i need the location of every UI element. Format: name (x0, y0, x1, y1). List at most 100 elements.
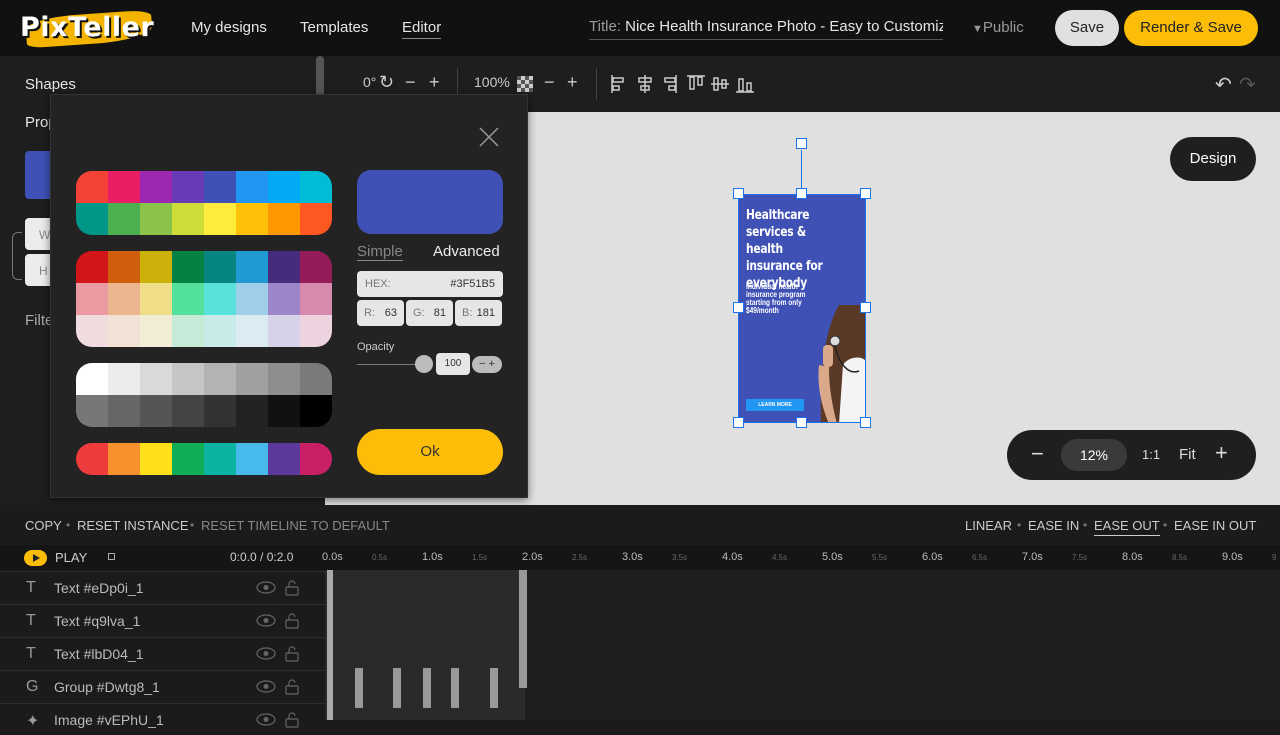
color-swatch[interactable] (236, 363, 268, 395)
color-swatch[interactable] (108, 283, 140, 315)
color-swatch[interactable] (268, 203, 300, 235)
color-swatch[interactable] (140, 203, 172, 235)
pixteller-logo[interactable]: PixTeller (18, 6, 154, 50)
keyframe-marker[interactable] (423, 668, 431, 708)
color-swatch[interactable] (300, 315, 332, 347)
color-swatch[interactable] (76, 203, 108, 235)
visibility-eye-icon[interactable] (256, 647, 276, 660)
nav-templates[interactable]: Templates (300, 19, 368, 36)
lock-icon[interactable] (285, 679, 299, 695)
zoom-actual-size-button[interactable]: 1:1 (1142, 447, 1160, 462)
color-swatch[interactable] (76, 363, 108, 395)
opacity-minus-icon[interactable]: − (544, 72, 555, 93)
redo-icon[interactable]: ↷ (1239, 72, 1256, 97)
color-swatch[interactable] (140, 443, 172, 475)
opacity-stepper[interactable]: − + (472, 356, 502, 373)
ease-in-out-option[interactable]: EASE IN OUT (1174, 518, 1256, 533)
keyframe-marker[interactable] (519, 570, 527, 688)
zoom-in-icon[interactable]: + (1215, 440, 1228, 466)
ease-out-option[interactable]: EASE OUT (1094, 518, 1160, 536)
color-swatch[interactable] (108, 395, 140, 427)
color-swatch[interactable] (268, 251, 300, 283)
undo-icon[interactable]: ↶ (1215, 72, 1232, 97)
ease-linear-option[interactable]: LINEAR (965, 518, 1012, 533)
hex-input[interactable]: HEX: #3F51B5 (357, 271, 503, 297)
color-swatch[interactable] (204, 203, 236, 235)
align-left-icon[interactable] (611, 75, 624, 93)
color-swatch[interactable] (204, 315, 236, 347)
color-swatch[interactable] (172, 283, 204, 315)
color-swatch[interactable] (268, 395, 300, 427)
color-swatch[interactable] (172, 203, 204, 235)
blue-input[interactable]: B: 181 (455, 300, 502, 326)
ok-button[interactable]: Ok (357, 429, 503, 475)
color-swatch[interactable] (300, 251, 332, 283)
reset-instance-action[interactable]: RESET INSTANCE (77, 518, 188, 533)
color-swatch[interactable] (76, 443, 108, 475)
color-swatch[interactable] (140, 251, 172, 283)
play-button-label[interactable]: PLAY (55, 550, 87, 565)
layer-name[interactable]: Text #q9lva_1 (54, 613, 140, 629)
lock-icon[interactable] (285, 712, 299, 728)
color-swatch[interactable] (204, 171, 236, 203)
ease-in-option[interactable]: EASE IN (1028, 518, 1079, 533)
keyframe-marker[interactable] (490, 668, 498, 708)
color-swatch[interactable] (108, 203, 140, 235)
color-swatch[interactable] (236, 283, 268, 315)
color-swatch[interactable] (268, 315, 300, 347)
visibility-dropdown[interactable]: ▼Public (972, 19, 1024, 36)
color-swatch[interactable] (172, 395, 204, 427)
visibility-eye-icon[interactable] (256, 680, 276, 693)
color-swatch[interactable] (108, 363, 140, 395)
layer-name[interactable]: Text #lbD04_1 (54, 646, 144, 662)
copy-action[interactable]: COPY (25, 518, 62, 533)
color-swatch[interactable] (300, 363, 332, 395)
left-panel-scrollbar[interactable] (316, 56, 324, 96)
green-input[interactable]: G: 81 (406, 300, 453, 326)
resize-handle-nw[interactable] (733, 188, 744, 199)
color-swatch[interactable] (300, 443, 332, 475)
selected-artboard[interactable]: Healthcare services & health insurance f… (738, 194, 866, 423)
zoom-fit-button[interactable]: Fit (1179, 446, 1196, 463)
color-swatch[interactable] (268, 363, 300, 395)
resize-handle-w[interactable] (733, 302, 744, 313)
color-swatch[interactable] (108, 315, 140, 347)
color-swatch[interactable] (140, 283, 172, 315)
lock-icon[interactable] (285, 580, 299, 596)
zoom-level[interactable]: 12% (1061, 439, 1127, 471)
resize-handle-ne[interactable] (860, 188, 871, 199)
render-save-button[interactable]: Render & Save (1124, 10, 1258, 46)
color-swatch[interactable] (236, 315, 268, 347)
artboard-headline[interactable]: Healthcare services & health insurance f… (746, 207, 843, 292)
color-swatch[interactable] (236, 251, 268, 283)
stop-icon[interactable] (108, 553, 115, 560)
nav-editor[interactable]: Editor (402, 19, 442, 39)
design-button[interactable]: Design (1170, 137, 1256, 181)
color-swatch[interactable] (300, 283, 332, 315)
color-swatch[interactable] (172, 171, 204, 203)
color-swatch[interactable] (108, 443, 140, 475)
aspect-link-icon[interactable] (12, 232, 22, 280)
rotation-plus-icon[interactable]: + (429, 72, 440, 93)
resize-handle-sw[interactable] (733, 417, 744, 428)
color-swatch[interactable] (300, 395, 332, 427)
rotation-handle[interactable] (796, 138, 807, 149)
timeline-keyframe-area[interactable] (325, 570, 1280, 720)
keyframe-marker[interactable] (355, 668, 363, 708)
color-swatch[interactable] (172, 363, 204, 395)
align-center-icon[interactable] (638, 75, 652, 93)
tab-simple[interactable]: Simple (357, 243, 403, 261)
color-swatch[interactable] (204, 395, 236, 427)
layer-name[interactable]: Image #vEPhU_1 (54, 712, 164, 728)
color-swatch[interactable] (172, 443, 204, 475)
align-right-icon[interactable] (664, 75, 677, 93)
opacity-slider-handle[interactable] (415, 355, 433, 373)
rotation-minus-icon[interactable]: − (405, 72, 416, 93)
keyframe-marker[interactable] (451, 668, 459, 708)
keyframe-marker[interactable] (393, 668, 401, 708)
shapes-section-title[interactable]: Shapes (25, 76, 76, 93)
color-swatch[interactable] (172, 315, 204, 347)
resize-handle-e[interactable] (860, 302, 871, 313)
align-bottom-icon[interactable] (736, 78, 754, 93)
color-swatch[interactable] (300, 203, 332, 235)
